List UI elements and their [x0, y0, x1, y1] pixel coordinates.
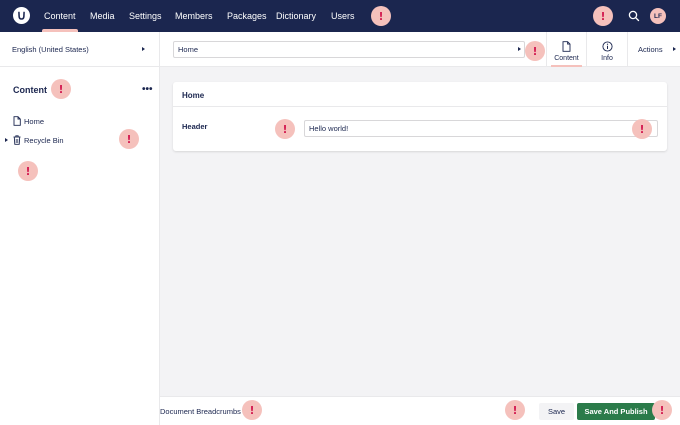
- nav-item-dictionary[interactable]: Dictionary: [276, 0, 316, 32]
- warning-icon: !: [242, 400, 262, 420]
- search-icon[interactable]: [628, 10, 640, 24]
- document-name-input[interactable]: [173, 41, 525, 58]
- tree-item-home[interactable]: Home: [13, 116, 44, 126]
- editor-header: Content Info Actions: [160, 32, 680, 67]
- tab-content[interactable]: Content: [546, 32, 586, 67]
- culture-selector[interactable]: English (United States): [0, 32, 159, 67]
- divider: [173, 106, 667, 107]
- tree-item-recycle-bin[interactable]: Recycle Bin: [13, 135, 64, 145]
- tab-label: Content: [554, 55, 579, 62]
- nav-item-packages[interactable]: Packages: [227, 0, 267, 32]
- nav-item-settings[interactable]: Settings: [129, 0, 162, 32]
- logo-icon: [18, 11, 25, 20]
- caret-right-icon: [673, 47, 676, 51]
- actions-label: Actions: [638, 45, 663, 54]
- warning-icon: !: [525, 41, 545, 61]
- warning-icon: !: [119, 129, 139, 149]
- trash-icon: [13, 135, 21, 145]
- warning-icon: !: [275, 119, 295, 139]
- actions-menu[interactable]: Actions: [627, 32, 680, 67]
- expand-caret-icon[interactable]: [5, 137, 8, 142]
- user-avatar[interactable]: LF: [650, 8, 666, 24]
- nav-item-users[interactable]: Users: [331, 0, 355, 32]
- document-breadcrumbs: Document Breadcrumbs: [160, 407, 241, 416]
- info-icon: [601, 41, 613, 52]
- caret-right-icon: [142, 47, 145, 51]
- warning-icon: !: [51, 79, 71, 99]
- warning-icon: !: [505, 400, 525, 420]
- warning-icon: !: [593, 6, 613, 26]
- nav-item-content[interactable]: Content: [42, 0, 78, 32]
- warning-icon: !: [652, 400, 672, 420]
- document-icon: [562, 41, 571, 52]
- group-title: Home: [182, 91, 205, 100]
- property-group-card: Home Header: [173, 82, 667, 151]
- warning-icon: !: [18, 161, 38, 181]
- more-options-icon[interactable]: •••: [142, 84, 153, 95]
- tab-label: Info: [601, 55, 613, 62]
- document-icon: [13, 116, 21, 126]
- umbraco-logo[interactable]: [13, 7, 30, 24]
- caret-right-icon: [518, 47, 521, 51]
- save-and-publish-button[interactable]: Save And Publish: [577, 403, 655, 420]
- section-title: Content: [13, 85, 47, 95]
- top-navigation: Content Media Settings Members Packages …: [0, 0, 680, 32]
- save-button[interactable]: Save: [539, 403, 574, 420]
- warning-icon: !: [632, 119, 652, 139]
- nav-item-members[interactable]: Members: [175, 0, 213, 32]
- culture-label: English (United States): [12, 45, 89, 54]
- header-text-input[interactable]: [304, 120, 658, 137]
- tab-info[interactable]: Info: [586, 32, 627, 67]
- warning-icon: !: [371, 6, 391, 26]
- sidebar: English (United States) Content ••• Home…: [0, 32, 160, 425]
- editor-footer: Document Breadcrumbs Save Save And Publi…: [160, 396, 680, 425]
- nav-item-media[interactable]: Media: [90, 0, 115, 32]
- tree-item-label: Home: [24, 116, 45, 126]
- property-label: Header: [182, 122, 208, 131]
- tree-item-label: Recycle Bin: [24, 135, 64, 145]
